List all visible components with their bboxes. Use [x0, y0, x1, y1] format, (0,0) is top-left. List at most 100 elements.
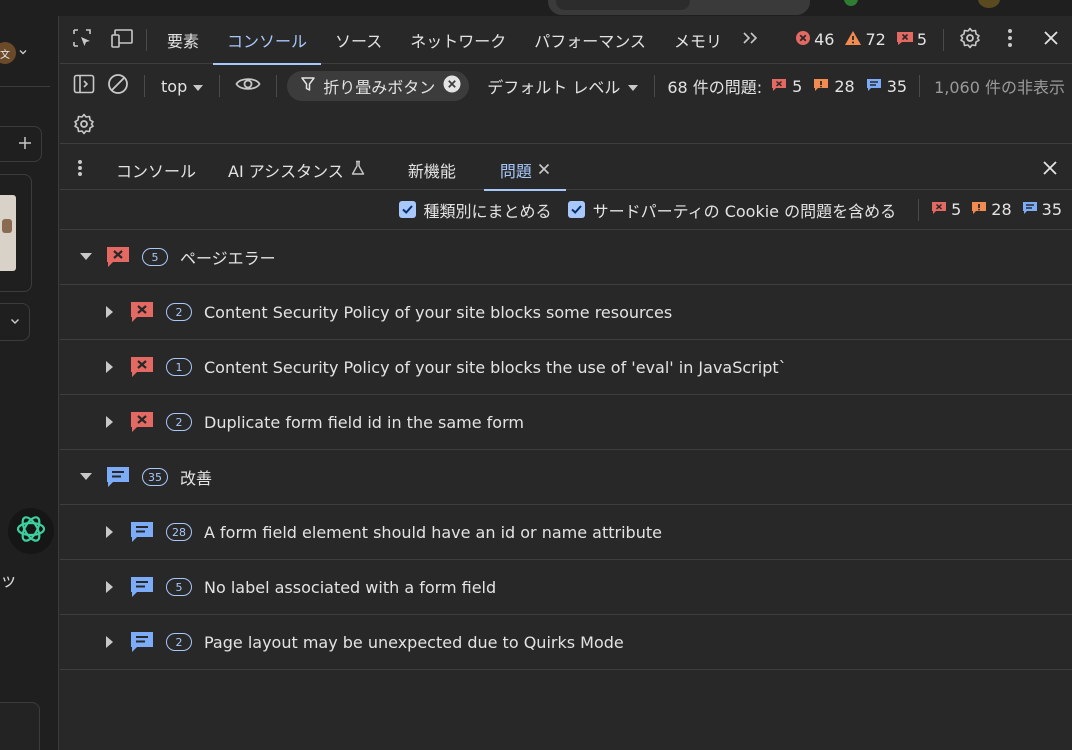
- log-level-label: デフォルト レベル: [487, 78, 621, 97]
- close-devtools-button[interactable]: [1030, 16, 1072, 64]
- side-bottom-card[interactable]: [0, 702, 40, 750]
- issue-row[interactable]: 28 A form field element should have an i…: [60, 505, 1072, 560]
- error-counter[interactable]: 46: [795, 30, 834, 50]
- filter-chip[interactable]: 折り畳みボタン: [287, 71, 470, 101]
- toolbar-divider: [919, 75, 921, 97]
- console-settings-button[interactable]: [70, 108, 98, 144]
- issue-row[interactable]: 5 No label associated with a form field: [60, 560, 1072, 615]
- toolbar-divider: [146, 28, 147, 51]
- error-count: 46: [814, 30, 835, 49]
- clear-console-button[interactable]: [98, 64, 138, 108]
- kebab-menu-icon: [77, 159, 83, 181]
- openai-icon: [14, 512, 48, 550]
- live-expression-button[interactable]: [226, 64, 270, 108]
- error-badge-icon: [130, 300, 154, 324]
- issue-error-icon: [931, 200, 947, 219]
- settings-button[interactable]: [950, 16, 990, 64]
- context-selector[interactable]: top: [151, 77, 213, 96]
- issue-category-improvements[interactable]: 35 改善: [60, 450, 1072, 505]
- ai-assistant-button[interactable]: [8, 508, 54, 554]
- issue-warning-icon: [971, 200, 987, 219]
- issue-count: 5: [916, 30, 927, 49]
- info-badge-icon: [130, 630, 154, 654]
- drawer-tab-label: 問題: [499, 161, 532, 181]
- tab-performance[interactable]: パフォーマンス: [520, 16, 660, 64]
- warning-count: 72: [865, 30, 886, 49]
- filter-chip-label: 折り畳みボタン: [323, 78, 436, 97]
- close-tab-icon[interactable]: [538, 160, 550, 179]
- profile-icon[interactable]: [978, 0, 1000, 8]
- language-button[interactable]: 文: [0, 41, 46, 65]
- issue-counter[interactable]: 5: [896, 30, 927, 50]
- include-third-party-checkbox[interactable]: サードパーティの Cookie の問題を含める: [567, 198, 897, 222]
- extension-icon[interactable]: [844, 0, 858, 6]
- error-badge-icon: [130, 355, 154, 379]
- drawer-tab-ai-assistance[interactable]: AI アシスタンス: [212, 150, 382, 190]
- drawer-tab-bar: コンソール AI アシスタンス 新機能 問題: [60, 150, 1072, 191]
- triangle-right-icon: [104, 416, 116, 428]
- warning-counter[interactable]: 72: [844, 30, 886, 50]
- issue-row[interactable]: 2 Duplicate form field id in the same fo…: [60, 395, 1072, 450]
- eye-icon: [235, 75, 261, 97]
- issue-row[interactable]: 2 Page layout may be unexpected due to Q…: [60, 615, 1072, 670]
- triangle-down-icon: [80, 251, 92, 263]
- tab-network[interactable]: ネットワーク: [396, 16, 520, 64]
- console-toolbar: top 折り畳みボタン デフォルト レベル 68 件の問題: 5 28 35 1…: [60, 64, 1072, 108]
- device-toolbar-button[interactable]: [104, 16, 140, 64]
- triangle-down-icon: [80, 471, 92, 483]
- drawer-menu-button[interactable]: [60, 150, 100, 190]
- main-tab-bar: 要素 コンソール ソース ネットワーク パフォーマンス メモリ 46 72 5: [60, 16, 1072, 65]
- chevron-down-icon: [9, 315, 21, 330]
- tab-console[interactable]: コンソール: [213, 16, 322, 65]
- inspect-element-button[interactable]: [60, 16, 104, 64]
- issues-count-summary: 5 28 35: [931, 200, 1062, 219]
- triangle-right-icon: [104, 306, 116, 318]
- issue-count-badge: 2: [166, 633, 192, 651]
- error-badge-icon: [106, 245, 130, 269]
- drawer-tab-label: AI アシスタンス: [228, 161, 344, 181]
- category-label: ページエラー: [180, 249, 276, 268]
- collapse-button[interactable]: [0, 303, 30, 341]
- sidebar-toggle-button[interactable]: [70, 64, 98, 108]
- log-level-dropdown[interactable]: デフォルト レベル: [469, 74, 648, 98]
- flask-icon: [350, 160, 366, 180]
- issue-error-count: 5: [951, 200, 962, 219]
- device-icon: [110, 27, 134, 53]
- toolbar-divider: [144, 75, 145, 97]
- toolbar-divider: [219, 75, 221, 97]
- issue-count-badge: 28: [166, 523, 192, 541]
- tab-thumbnail[interactable]: [0, 174, 32, 292]
- checkbox-label: サードパーティの Cookie の問題を含める: [592, 201, 897, 221]
- triangle-right-icon: [104, 526, 116, 538]
- devtools-panel: 要素 コンソール ソース ネットワーク パフォーマンス メモリ 46 72 5 …: [60, 16, 1072, 750]
- tab-elements[interactable]: 要素: [153, 16, 213, 64]
- kebab-menu-icon: [1007, 28, 1013, 52]
- triangle-right-icon: [104, 581, 116, 593]
- issue-row[interactable]: 1 Content Security Policy of your site b…: [60, 340, 1072, 395]
- toolbar-divider: [918, 198, 920, 221]
- block-icon: [107, 73, 129, 99]
- issue-info-count: 35: [886, 76, 908, 96]
- drawer-tab-whats-new[interactable]: 新機能: [392, 150, 472, 190]
- clear-filter-icon[interactable]: [443, 75, 461, 97]
- dropdown-arrow-icon: [628, 77, 639, 96]
- toolbar-divider: [654, 75, 656, 97]
- issues-summary-button[interactable]: 68 件の問題: 5 28 35: [661, 74, 913, 98]
- tab-sources[interactable]: ソース: [321, 16, 396, 64]
- new-tab-button[interactable]: [0, 126, 42, 162]
- group-by-kind-checkbox[interactable]: 種類別にまとめる: [398, 198, 552, 222]
- issue-category-page-errors[interactable]: 5 ページエラー: [60, 230, 1072, 285]
- more-options-button[interactable]: [990, 16, 1030, 64]
- tab-memory[interactable]: メモリ: [660, 16, 736, 64]
- close-drawer-button[interactable]: [1028, 150, 1072, 190]
- issue-row[interactable]: 2 Content Security Policy of your site b…: [60, 285, 1072, 340]
- drawer-tab-issues[interactable]: 問題: [483, 150, 566, 191]
- toolbar-divider: [943, 28, 944, 51]
- issue-count-badge: 1: [166, 358, 192, 376]
- more-tabs-button[interactable]: [736, 16, 766, 64]
- issue-title: Content Security Policy of your site blo…: [204, 357, 787, 377]
- checkbox-checked-icon: [398, 201, 416, 218]
- checkbox-label: 種類別にまとめる: [423, 201, 552, 221]
- category-label: 改善: [180, 469, 213, 488]
- drawer-tab-console[interactable]: コンソール: [100, 150, 212, 190]
